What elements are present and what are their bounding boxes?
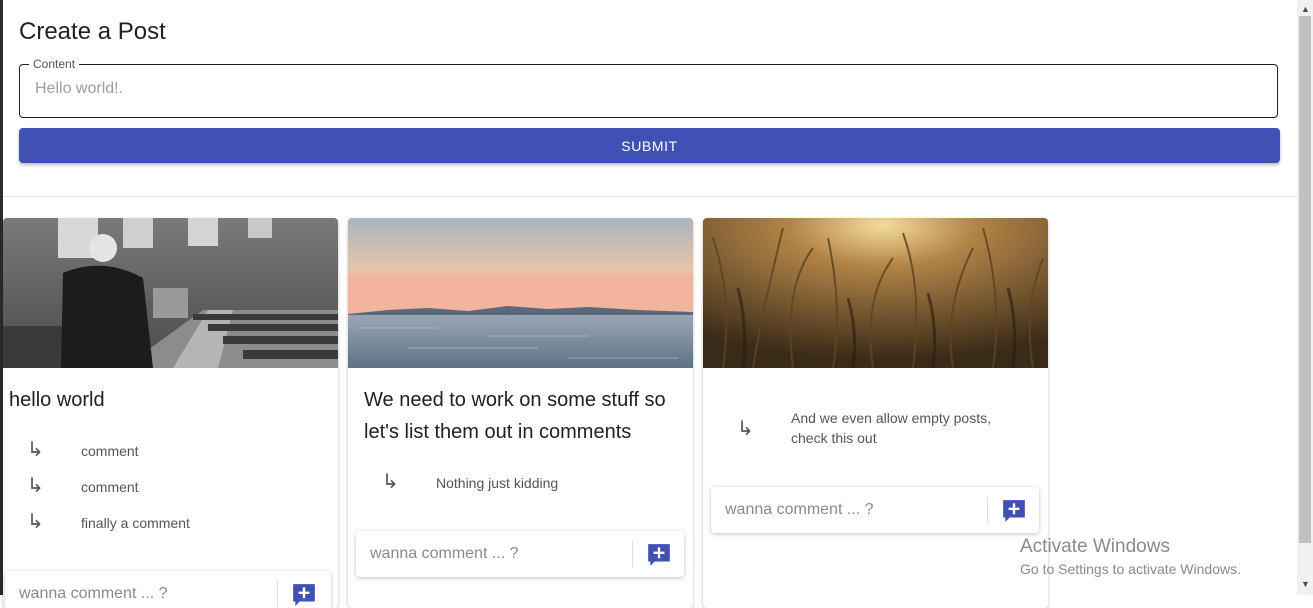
post-card-3: ↳ And we even allow empty posts, check t… bbox=[703, 218, 1048, 608]
comment-box bbox=[356, 531, 684, 577]
post-title: hello world bbox=[9, 389, 105, 411]
watermark-title: Activate Windows bbox=[1020, 536, 1170, 557]
create-post-section: Create a Post Content SUBMIT bbox=[3, 0, 1297, 197]
post-image bbox=[348, 218, 693, 368]
comment-item: ↳ And we even allow empty posts, check t… bbox=[703, 408, 1048, 452]
post-image bbox=[703, 218, 1048, 368]
add-comment-icon[interactable] bbox=[646, 542, 672, 568]
scrollbar-thumb[interactable] bbox=[1299, 16, 1311, 543]
comment-text: comment bbox=[81, 479, 139, 495]
content-label: Content bbox=[29, 57, 80, 71]
comment-input[interactable] bbox=[368, 544, 622, 564]
subdirectory-arrow-right-icon: ↳ bbox=[27, 475, 44, 497]
comment-box bbox=[711, 487, 1039, 533]
divider bbox=[632, 541, 633, 567]
scroll-down-icon[interactable]: ▼ bbox=[1301, 579, 1310, 589]
subdirectory-arrow-right-icon: ↳ bbox=[27, 511, 44, 533]
post-card-1: hello world ↳ comment ↳ comment ↳ finall… bbox=[3, 218, 338, 608]
comment-input[interactable] bbox=[17, 584, 271, 604]
comment-text: And we even allow empty posts, check thi… bbox=[791, 410, 991, 446]
comment-text: Nothing just kidding bbox=[436, 475, 559, 491]
divider bbox=[277, 581, 278, 607]
activation-watermark: Activate Windows Go to Settings to activ… bbox=[1020, 536, 1241, 580]
comment-item: ↳ comment bbox=[3, 437, 338, 463]
add-comment-icon[interactable] bbox=[1001, 498, 1027, 524]
comment-box bbox=[5, 571, 331, 608]
submit-button[interactable]: SUBMIT bbox=[19, 128, 1280, 163]
vertical-scrollbar[interactable]: ▲ ▼ bbox=[1297, 0, 1313, 595]
post-title: We need to work on some stuff so let's l… bbox=[364, 389, 666, 443]
subdirectory-arrow-right-icon: ↳ bbox=[737, 418, 754, 440]
watermark-subtitle: Go to Settings to activate Windows. bbox=[1020, 561, 1241, 577]
comment-item: ↳ comment bbox=[3, 473, 338, 499]
content-field[interactable]: Content bbox=[19, 57, 1278, 118]
post-card-2: We need to work on some stuff so let's l… bbox=[348, 218, 693, 608]
page-title: Create a Post bbox=[19, 18, 166, 45]
comment-item: ↳ Nothing just kidding bbox=[348, 469, 693, 495]
comment-text: comment bbox=[81, 443, 139, 459]
subdirectory-arrow-right-icon: ↳ bbox=[27, 439, 44, 461]
add-comment-icon[interactable] bbox=[291, 582, 317, 608]
comment-text: finally a comment bbox=[81, 515, 190, 531]
scroll-up-icon[interactable]: ▲ bbox=[1301, 4, 1310, 14]
subdirectory-arrow-right-icon: ↳ bbox=[382, 471, 399, 493]
comment-item: ↳ finally a comment bbox=[3, 509, 338, 535]
comment-input[interactable] bbox=[723, 500, 977, 520]
divider bbox=[987, 497, 988, 523]
content-input[interactable] bbox=[33, 79, 1257, 99]
post-image bbox=[3, 218, 338, 368]
